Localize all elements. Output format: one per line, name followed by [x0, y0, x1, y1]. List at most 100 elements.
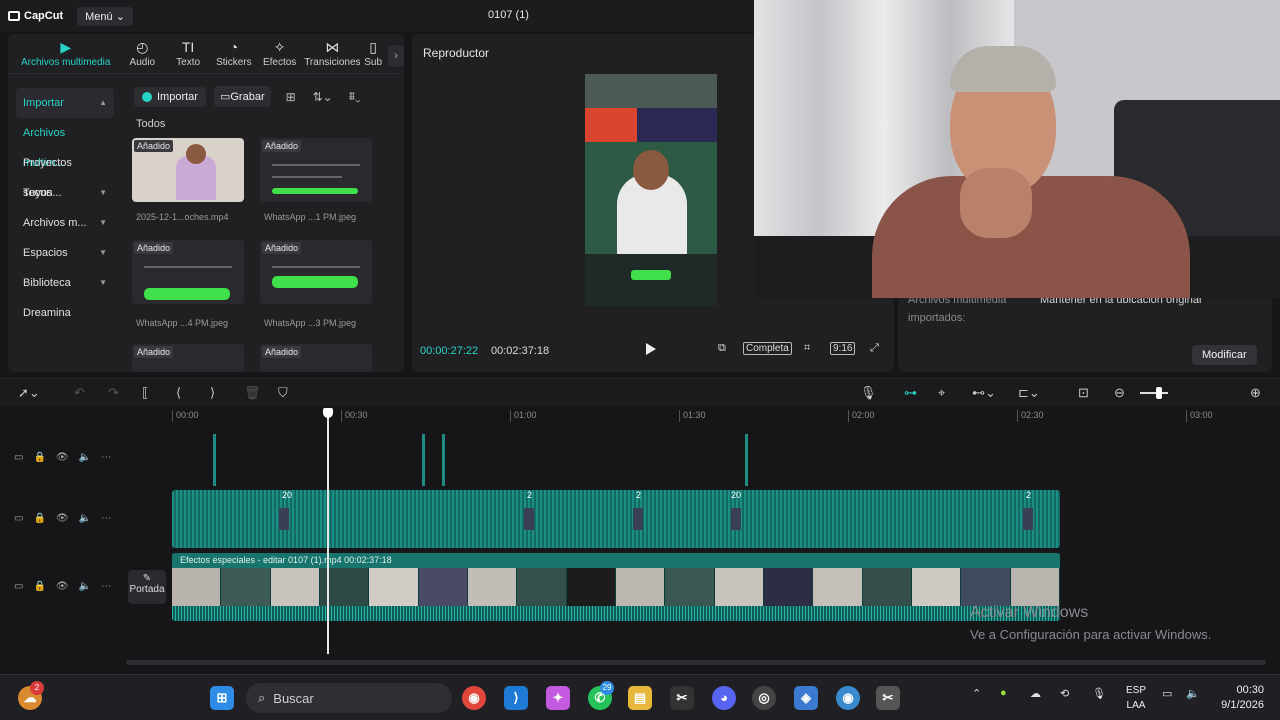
media-thumb-image[interactable]: Añadido: [132, 344, 244, 372]
sidebar-item-secondary-projects[interactable]: Proyectos secun...: [16, 148, 114, 199]
tabs-more-chevron-icon[interactable]: ›: [388, 45, 404, 67]
playhead[interactable]: [327, 410, 329, 654]
filter-icon[interactable]: ⩩⌄: [343, 89, 367, 104]
chrome-alt-icon[interactable]: ◉: [836, 686, 860, 710]
volume-icon[interactable]: 🔈: [79, 513, 91, 524]
more-icon[interactable]: ⋯: [101, 513, 111, 524]
zoom-slider[interactable]: [1140, 392, 1168, 394]
tab-media[interactable]: ▶ Archivos multimedia: [12, 39, 119, 73]
capcut-taskbar-icon[interactable]: ✂: [670, 686, 694, 710]
copilot-icon[interactable]: ✦: [546, 686, 570, 710]
sort-icon[interactable]: ⇅⌄: [311, 90, 335, 104]
microphone-icon[interactable]: 🎙: [860, 385, 877, 401]
volume-icon[interactable]: 🔈: [79, 452, 91, 463]
media-thumb-video[interactable]: Añadido: [132, 138, 244, 202]
timeline-scrollbar[interactable]: [126, 660, 1266, 665]
main-track-clip[interactable]: [172, 490, 1060, 548]
more-icon[interactable]: ⋯: [101, 581, 111, 592]
modify-button[interactable]: Modificar: [1192, 345, 1257, 365]
media-thumb-image[interactable]: Añadido: [260, 240, 372, 304]
grid-view-icon[interactable]: ⊞: [279, 90, 303, 104]
record-button[interactable]: ▭Grabar: [213, 86, 271, 107]
track-toggle-icon[interactable]: ▭: [14, 452, 23, 463]
capcut-active-icon[interactable]: ✂: [876, 686, 900, 710]
select-tool-icon[interactable]: ➚⌄: [18, 385, 40, 401]
system-clock[interactable]: 00:30 9/1/2026: [1214, 683, 1264, 713]
chrome-icon[interactable]: ◉: [462, 686, 486, 710]
quality-select[interactable]: Completa: [743, 342, 792, 355]
more-icon[interactable]: ⋯: [101, 452, 111, 463]
tab-text[interactable]: TI Texto: [165, 39, 211, 73]
sidebar-item-media-m[interactable]: Archivos m... ▼: [16, 208, 114, 238]
windows-start-icon[interactable]: ⊞: [210, 686, 234, 710]
preview-axis-icon[interactable]: ⊏⌄: [1018, 385, 1040, 401]
speaker-icon[interactable]: 🔈: [1186, 687, 1200, 700]
playhead-handle[interactable]: [323, 408, 333, 418]
file-explorer-icon[interactable]: ▤: [628, 686, 652, 710]
sidebar-item-media-files[interactable]: Archivos multim...: [16, 118, 114, 169]
sync-icon[interactable]: ⟲: [1060, 687, 1069, 700]
tab-subtitles[interactable]: ▯ Sub: [362, 39, 384, 73]
language-indicator[interactable]: ESP LAA: [1124, 683, 1148, 713]
vscode-icon[interactable]: ⟩: [504, 686, 528, 710]
app-icon[interactable]: ◈: [794, 686, 818, 710]
preview-frame[interactable]: [585, 74, 717, 306]
lock-icon[interactable]: 🔒: [33, 452, 45, 463]
sidebar-item-yours[interactable]: Tuyos ▼: [16, 178, 114, 208]
audio-clip[interactable]: [213, 434, 216, 486]
network-icon[interactable]: ▭: [1162, 687, 1172, 700]
tab-audio[interactable]: ◴ Audio: [119, 39, 165, 73]
cover-button[interactable]: ✎ Portada: [128, 570, 166, 604]
link-icon[interactable]: ⊶: [904, 385, 917, 401]
track-toggle-icon[interactable]: ▭: [14, 581, 23, 592]
time-ruler[interactable]: 00:00 00:30 01:00 01:30 02:00 02:30 03:00: [172, 406, 1272, 426]
fullscreen-icon[interactable]: ⤢: [870, 342, 879, 355]
sidebar-item-import[interactable]: Importar ▲: [16, 88, 114, 118]
snapshot-icon[interactable]: ⧉: [718, 342, 726, 355]
redo-icon[interactable]: ↷: [108, 385, 119, 401]
magnet-icon[interactable]: ⌖: [938, 385, 945, 401]
eye-icon[interactable]: 👁: [56, 452, 69, 463]
tray-app-icon[interactable]: ●: [1000, 687, 1007, 699]
trim-right-icon[interactable]: ⟩: [210, 385, 215, 401]
import-button[interactable]: Importar: [134, 86, 206, 107]
delete-icon[interactable]: 🗑: [244, 385, 261, 401]
media-thumb-image[interactable]: Añadido: [260, 138, 372, 202]
tab-stickers[interactable]: ◔ Stickers: [211, 39, 257, 73]
taskbar-search[interactable]: ⌕ Buscar: [246, 683, 452, 713]
media-thumb-image[interactable]: Añadido: [260, 344, 372, 372]
sidebar-item-dreamina[interactable]: Dreamina: [16, 298, 114, 328]
mic-tray-icon[interactable]: 🎙: [1092, 687, 1106, 700]
ratio-select[interactable]: 9:16: [830, 342, 856, 355]
zoom-slider-handle[interactable]: [1156, 387, 1162, 399]
discord-icon[interactable]: ◕: [712, 686, 736, 710]
zoom-out-icon[interactable]: ⊖: [1114, 385, 1125, 401]
tab-effects[interactable]: ✧ Efectos: [257, 39, 303, 73]
snap-icon[interactable]: ⊷⌄: [972, 385, 996, 401]
fit-icon[interactable]: ⌗: [804, 342, 810, 355]
lock-icon[interactable]: 🔒: [33, 513, 45, 524]
tray-overflow-icon[interactable]: ⌃: [972, 687, 981, 700]
caption-icon[interactable]: ⊡: [1078, 385, 1089, 401]
audio-clip[interactable]: [422, 434, 425, 486]
trim-left-icon[interactable]: ⟨: [176, 385, 181, 401]
video-track-clip[interactable]: Efectos especiales - editar 0107 (1).mp4…: [172, 553, 1060, 621]
obs-icon[interactable]: ◎: [752, 686, 776, 710]
sidebar-item-library[interactable]: Biblioteca ▼: [16, 268, 114, 298]
sidebar-item-spaces[interactable]: Espacios ▼: [16, 238, 114, 268]
play-icon[interactable]: [646, 343, 656, 355]
volume-icon[interactable]: 🔈: [79, 581, 91, 592]
cloud-icon[interactable]: ☁: [1030, 687, 1041, 700]
eye-icon[interactable]: 👁: [56, 581, 69, 592]
eye-icon[interactable]: 👁: [56, 513, 69, 524]
menu-button[interactable]: Menú ⌄: [77, 6, 133, 26]
lock-icon[interactable]: 🔒: [33, 581, 45, 592]
tab-transitions[interactable]: ⋈ Transiciones: [303, 39, 363, 73]
media-thumb-image[interactable]: Añadido: [132, 240, 244, 304]
undo-icon[interactable]: ↶: [74, 385, 85, 401]
audio-clip[interactable]: [745, 434, 748, 486]
audio-clip[interactable]: [442, 434, 445, 486]
split-icon[interactable]: ⟦: [142, 385, 148, 401]
shield-icon[interactable]: ⛉: [278, 385, 288, 401]
track-toggle-icon[interactable]: ▭: [14, 513, 23, 524]
